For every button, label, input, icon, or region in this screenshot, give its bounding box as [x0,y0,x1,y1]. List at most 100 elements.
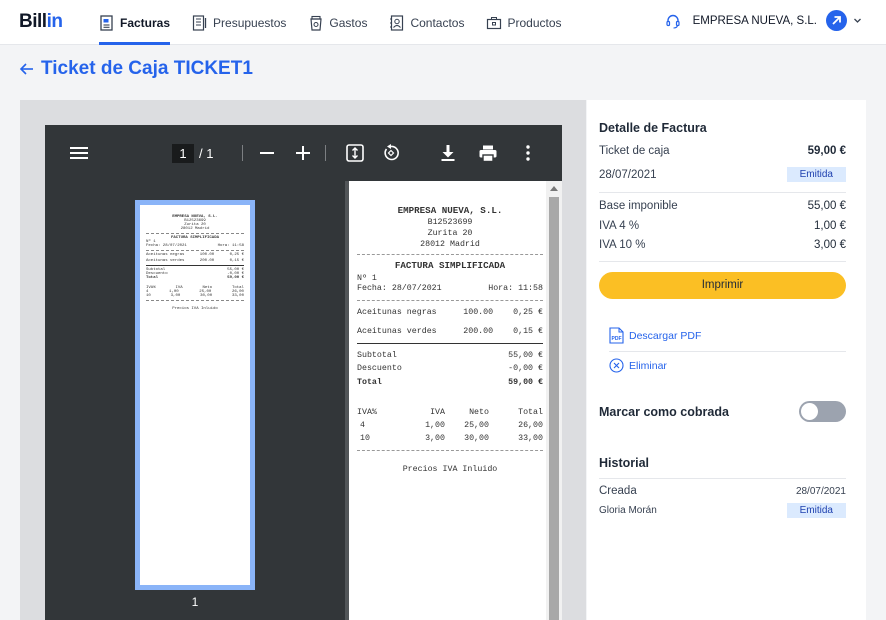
headset-icon[interactable] [665,13,681,29]
scrollbar-thumb[interactable] [549,197,559,620]
thumb-item-row: Aceitunas verdes 200.00 0,15 € [146,259,244,263]
thumb-footer: Precios IVA Inluido [172,307,218,311]
top-bar: Billin Facturas Presupuestos Gastos Cont… [0,0,886,45]
delete-label: Eliminar [629,359,667,372]
print-button[interactable]: Imprimir [599,272,846,299]
base-label: Base imponible [599,200,678,212]
pdf-viewer: 1 / 1 EMPRESA NUEVA, S.L. B12523699 Zuri… [45,125,562,620]
thumb-city: 28012 Madrid [180,227,210,231]
panel-divider [599,261,846,262]
tax-cell: 33,00 [518,434,543,443]
nav-item-productos[interactable]: Productos [486,0,562,45]
nav-item-gastos[interactable]: Gastos [308,0,367,45]
scroll-up-icon[interactable] [550,185,558,191]
tax-header: IVA% [357,408,377,417]
ticket-cif: B12523699 [427,218,473,227]
ticket-discount: -0,00 € [508,364,543,373]
ticket-date-row: Fecha: 28/07/2021 Hora: 11:58 [357,283,543,295]
ticket-type-row: Ticket de caja 59,00 € [599,145,846,157]
thumb-item-qty: 200.00 [199,259,215,263]
delete-link[interactable]: Eliminar [609,358,667,373]
thumb-tax-cell: 33,00 [231,294,244,298]
more-options-icon[interactable] [518,143,538,163]
tax-table: IVA% IVA Neto Total 4 1,00 25,00 26,00 1… [357,406,543,445]
print-icon[interactable] [477,143,499,163]
nav-label: Contactos [410,15,465,30]
chevron-down-icon[interactable] [853,16,862,25]
download-icon[interactable] [438,143,458,163]
ticket-item-name: Aceitunas negras [357,308,437,317]
ticket-item-price: 0,15 € [513,327,543,336]
nav-label: Facturas [120,15,171,30]
download-pdf-link[interactable]: PDF Descargar PDF [609,327,701,344]
thumb-date-row: Fecha: 28/07/2021 Hora: 11:58 [146,244,244,248]
iva10-row: IVA 10 % 3,00 € [599,239,846,251]
thumb-item-price: 0,25 € [229,253,244,257]
page-total: / 1 [199,146,214,161]
ticket-date-row: 28/07/2021 Emitida [599,167,846,182]
iva4-row: IVA 4 % 1,00 € [599,220,846,232]
ticket-item-qty: 100.00 [463,308,494,317]
ticket-footer: Precios IVA Inluido [402,465,498,474]
ticket-paper: EMPRESA NUEVA, S.L. B12523699 Zurita 20 … [357,181,543,474]
page-thumbnail[interactable]: EMPRESA NUEVA, S.L. B12523699 Zurita 20 … [135,200,255,590]
ticket-amount: 59,00 € [807,145,846,157]
ticket-address: Zurita 20 [427,229,473,238]
tax-cell: 30,00 [464,434,489,443]
ticket-divider [357,450,543,451]
app-logo[interactable]: Billin [19,11,63,33]
thumb-divider [146,233,244,234]
tax-header: Total [518,408,543,417]
thumb-total: 59,00 € [227,276,244,280]
tax-cell: 4 [360,421,365,430]
detail-title: Detalle de Factura [599,121,707,135]
panel-divider [609,351,846,352]
company-name: EMPRESA NUEVA, S.L. [692,14,817,27]
zoom-out-icon[interactable] [257,144,277,162]
zoom-in-icon[interactable] [293,144,313,162]
avatar[interactable] [826,10,847,31]
history-date: 28/07/2021 [795,485,846,497]
arrow-up-right-icon [832,16,841,25]
nav-item-contactos[interactable]: Contactos [389,0,464,45]
page-number-input[interactable]: 1 [172,144,194,163]
thumb-tax-cell: 3,00 [170,294,181,298]
document-page: EMPRESA NUEVA, S.L. B12523699 Zurita 20 … [349,181,562,620]
history-user-row: Gloria Morán Emitida [599,503,846,518]
iva10-label: IVA 10 % [599,239,646,251]
mark-paid-toggle[interactable] [799,401,846,422]
history-event: Creada [599,485,637,497]
history-row: Creada 28/07/2021 [599,485,846,497]
rotate-icon[interactable] [381,143,401,163]
ticket-subtotal-row: Subtotal 55,00 € [357,350,543,362]
page-title: Ticket de Caja TICKET1 [41,58,253,79]
ticket-item-row: Aceitunas negras 100.00 0,25 € [357,307,543,319]
base-row: Base imponible 55,00 € [599,200,846,212]
thumb-item-price: 0,15 € [229,259,244,263]
logo-text: Bill [19,11,47,32]
fit-page-icon[interactable] [345,143,365,163]
box-icon [487,16,502,29]
logo-accent-text: in [46,11,63,32]
thumb-tax-row: 10 3,00 30,00 33,00 [146,294,244,298]
thumb-divider [146,250,244,251]
nav-item-presupuestos[interactable]: Presupuestos [192,0,286,45]
back-arrow-icon[interactable] [19,61,35,77]
ticket-divider [357,254,543,255]
coffee-cup-icon [310,15,323,31]
nav-item-facturas[interactable]: Facturas [99,0,171,45]
ticket-time: Hora: 11:58 [488,284,543,293]
ticket-divider [357,343,543,344]
iva10-value: 3,00 € [814,239,846,251]
ticket-total-label: Total [357,378,382,387]
ticket-doc-title: FACTURA SIMPLIFICADA [394,260,506,271]
tax-cell: 3,00 [425,434,445,443]
thumb-total-label: Total [146,276,159,280]
mark-paid-label: Marcar como cobrada [599,405,729,419]
thumb-item-name: Aceitunas negras [146,253,185,257]
document-scrollbar[interactable] [546,181,562,620]
menu-icon[interactable] [69,144,89,162]
company-menu[interactable]: EMPRESA NUEVA, S.L. [665,10,862,31]
svg-text:PDF: PDF [612,336,622,342]
thumb-item-name: Aceitunas verdes [146,259,185,263]
